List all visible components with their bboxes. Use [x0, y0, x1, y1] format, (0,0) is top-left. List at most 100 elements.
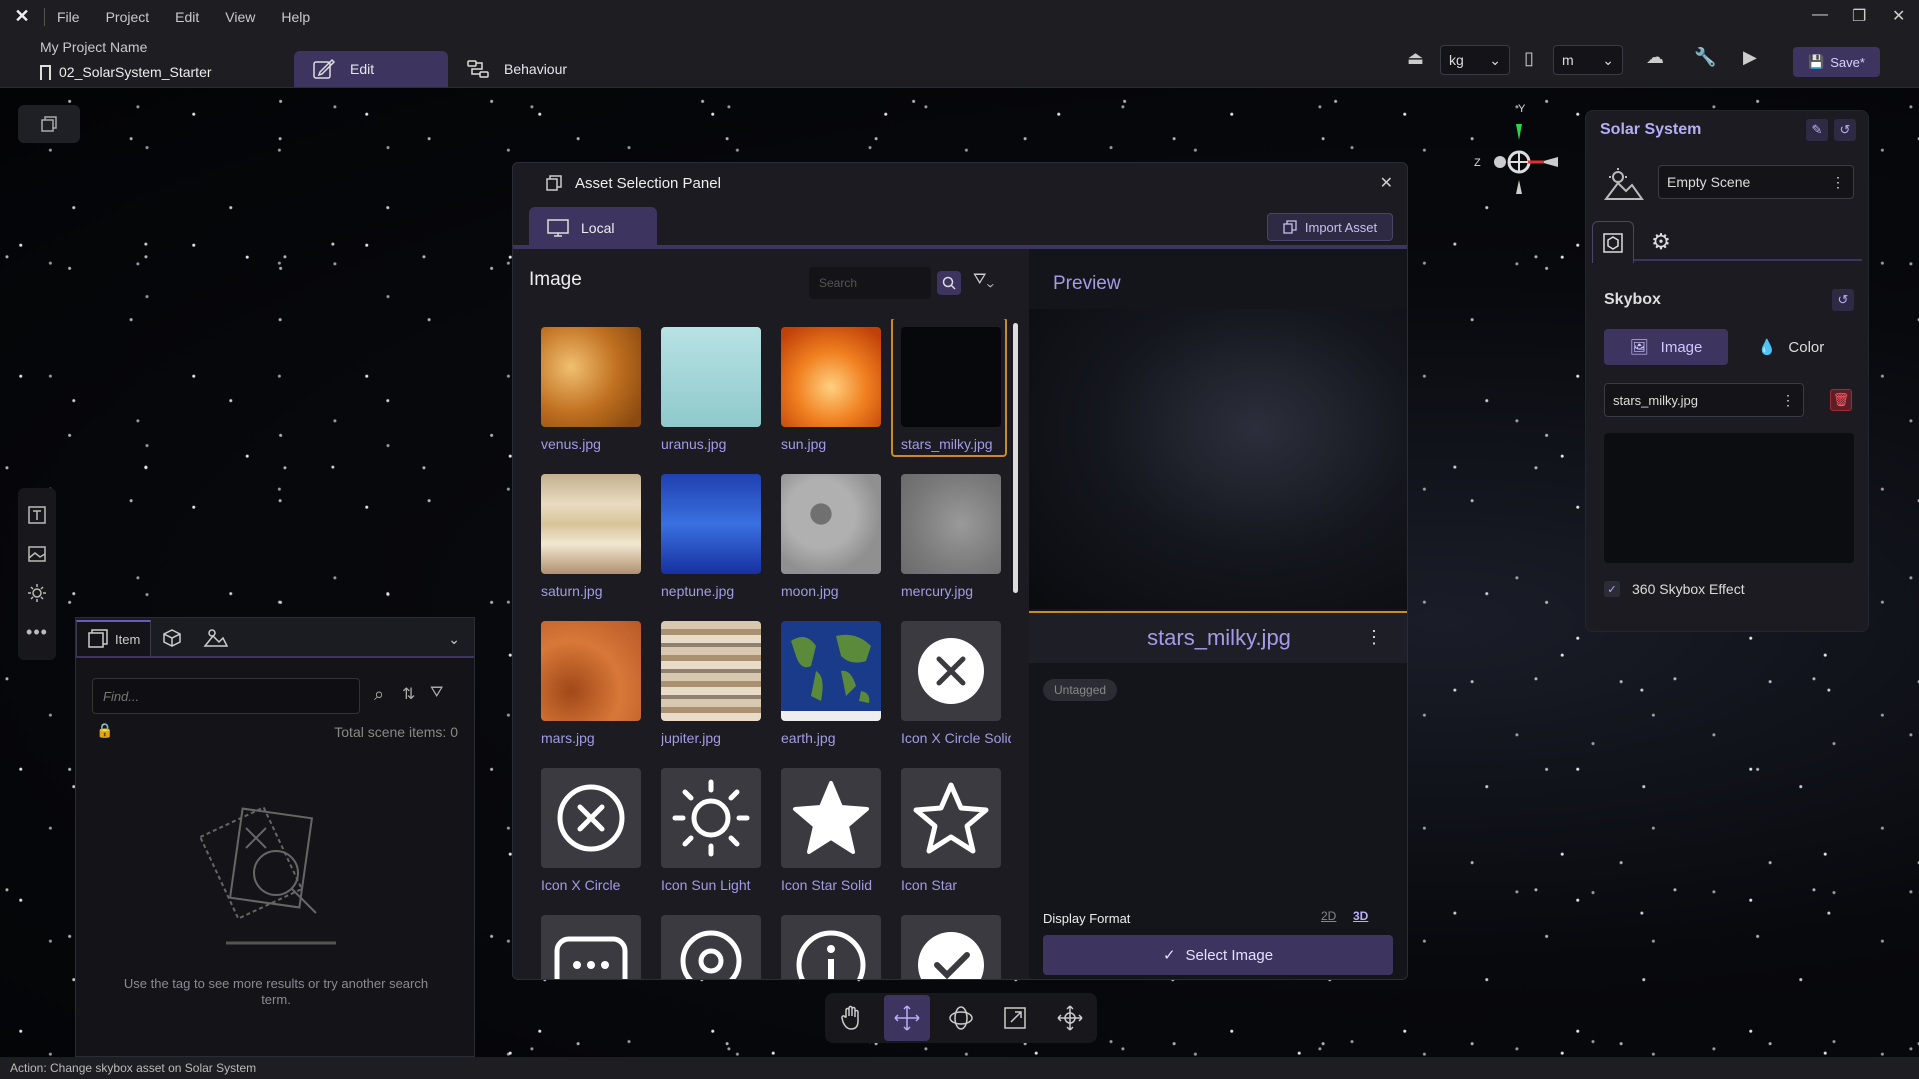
delete-asset-button[interactable]: 🗑 — [1830, 389, 1852, 411]
tab-objects[interactable] — [151, 620, 193, 656]
move-tool[interactable] — [883, 995, 930, 1041]
asset-tile[interactable]: neptune.jpg — [653, 466, 769, 606]
skybox-asset-field[interactable]: stars_milky.jpg ⋮ — [1604, 383, 1804, 417]
format-2d-toggle[interactable]: 2D — [1321, 909, 1336, 923]
preview-image — [1029, 309, 1407, 609]
scale-tool[interactable] — [992, 995, 1038, 1041]
tag-badge[interactable]: Untagged — [1043, 679, 1118, 701]
asset-tile[interactable] — [893, 907, 1009, 979]
skybox-360-checkbox[interactable]: ✓ — [1604, 581, 1620, 597]
more-options-icon[interactable]: ⋮ — [1365, 627, 1383, 648]
find-input[interactable]: Find... — [92, 678, 360, 714]
length-unit-select[interactable]: m ⌄ — [1553, 45, 1623, 75]
asset-tile[interactable]: sun.jpg — [773, 319, 889, 459]
orientation-gizmo[interactable]: Y Z — [1470, 100, 1570, 210]
menu-help[interactable]: Help — [281, 9, 310, 25]
total-items-count: Total scene items: 0 — [334, 724, 458, 740]
asset-search-button[interactable] — [937, 271, 961, 295]
format-3d-toggle[interactable]: 3D — [1353, 909, 1368, 923]
cloud-icon[interactable]: ☁ — [1646, 47, 1664, 68]
select-image-label: Select Image — [1185, 946, 1274, 964]
wrench-icon[interactable]: 🔧 — [1694, 47, 1716, 68]
image-section-title: Image — [529, 269, 582, 290]
asset-tile[interactable]: Icon Sun Light — [653, 760, 769, 900]
minimize-icon[interactable]: — — [1812, 6, 1828, 24]
light-icon[interactable] — [27, 583, 47, 603]
close-window-icon[interactable]: ✕ — [1892, 6, 1905, 26]
asset-search-input[interactable]: Search — [809, 267, 931, 299]
asset-tile-selected[interactable]: stars_milky.jpg — [891, 319, 1007, 457]
tab-behaviour[interactable]: Behaviour — [466, 51, 567, 87]
asset-tile[interactable] — [773, 907, 889, 979]
skybox-mode-color[interactable]: 💧 Color — [1728, 329, 1854, 365]
text-frame-icon[interactable] — [27, 505, 47, 525]
asset-tile[interactable]: Icon Star Solid — [773, 760, 889, 900]
more-icon[interactable]: ••• — [26, 622, 48, 643]
trash-icon: 🗑 — [1832, 392, 1850, 407]
save-button[interactable]: 💾 Save* — [1793, 47, 1880, 77]
x-circle-solid-icon — [901, 621, 1001, 721]
asset-label: Icon Star — [901, 877, 958, 893]
asset-tile[interactable]: mars.jpg — [533, 613, 649, 753]
asset-tile[interactable]: Icon Star — [893, 760, 1009, 900]
collapse-chevron-icon[interactable]: ⌄ — [448, 631, 460, 648]
sort-icon[interactable]: ⇅ — [402, 684, 415, 704]
asset-tile[interactable]: uranus.jpg — [653, 319, 769, 459]
menu-file[interactable]: File — [57, 9, 80, 25]
asset-tile[interactable]: moon.jpg — [773, 466, 889, 606]
layers-toggle[interactable] — [18, 105, 80, 143]
asset-grid-scrollbar[interactable] — [1013, 323, 1018, 593]
skybox-reset-icon[interactable]: ↺ — [1832, 289, 1854, 311]
asset-tile[interactable]: mercury.jpg — [893, 466, 1009, 606]
asset-tile[interactable]: Icon X Circle — [533, 760, 649, 900]
asset-tile[interactable]: Icon X Circle Solid — [893, 613, 1011, 753]
asset-tile[interactable]: earth.jpg — [773, 613, 889, 753]
asset-tile[interactable] — [533, 907, 649, 979]
tab-item[interactable]: Item — [76, 620, 152, 656]
scene-template-select[interactable]: Empty Scene ⋮ — [1658, 165, 1854, 199]
cube-icon — [163, 629, 182, 647]
star-solid-icon — [781, 768, 881, 868]
lock-icon[interactable]: 🔒 — [96, 722, 113, 739]
filter-icon[interactable]: ⛛ — [430, 684, 443, 702]
menu-divider — [44, 7, 45, 26]
weight-icon: ⏏ — [1407, 48, 1425, 68]
pivot-tool[interactable] — [1047, 995, 1093, 1041]
play-icon[interactable]: ▶ — [1743, 47, 1757, 68]
scene-file[interactable]: 02_SolarSystem_Starter — [40, 64, 212, 80]
empty-message: Use the tag to see more results or try a… — [123, 976, 429, 1007]
rotate-tool[interactable] — [938, 995, 984, 1041]
tab-environment[interactable] — [193, 620, 239, 656]
ruler-icon: ▯ — [1524, 48, 1534, 68]
status-message: Action: Change skybox asset on Solar Sys… — [10, 1061, 257, 1075]
rename-icon[interactable]: ✎ — [1806, 119, 1828, 141]
select-image-button[interactable]: ✓ Select Image — [1043, 935, 1393, 975]
tab-local[interactable]: Local — [529, 207, 657, 249]
image-icon[interactable] — [27, 544, 47, 564]
filter-dropdown-icon[interactable]: ⛛⌄ — [973, 271, 994, 289]
search-icon[interactable]: ⌕ — [374, 684, 384, 705]
tab-settings[interactable]: ⚙ — [1640, 221, 1682, 263]
menu-project[interactable]: Project — [106, 9, 150, 25]
skybox-mode-image[interactable]: 🖼 Image — [1604, 329, 1728, 365]
import-asset-label: Import Asset — [1304, 219, 1378, 235]
restore-icon[interactable]: ❐ — [1852, 6, 1866, 26]
skybox-mode-toggle: 🖼 Image 💧 Color — [1604, 329, 1854, 365]
mass-unit-select[interactable]: kg ⌄ — [1440, 45, 1510, 75]
hand-tool[interactable] — [829, 995, 875, 1041]
close-icon[interactable]: ✕ — [1380, 173, 1393, 193]
reset-icon[interactable]: ↺ — [1834, 119, 1856, 141]
length-unit-value: m — [1562, 52, 1574, 68]
tab-scene-settings[interactable] — [1592, 221, 1634, 263]
skybox-360-row[interactable]: ✓ 360 Skybox Effect — [1604, 581, 1745, 597]
menu-view[interactable]: View — [225, 9, 255, 25]
asset-label: moon.jpg — [781, 583, 839, 599]
asset-tile[interactable] — [653, 907, 769, 979]
asset-tile[interactable]: saturn.jpg — [533, 466, 649, 606]
import-asset-button[interactable]: Import Asset — [1267, 213, 1393, 241]
menu-edit[interactable]: Edit — [175, 9, 199, 25]
mercury-texture-thumb — [901, 474, 1001, 574]
asset-tile[interactable]: jupiter.jpg — [653, 613, 769, 753]
tab-edit[interactable]: Edit — [294, 51, 448, 87]
asset-tile[interactable]: venus.jpg — [533, 319, 649, 459]
